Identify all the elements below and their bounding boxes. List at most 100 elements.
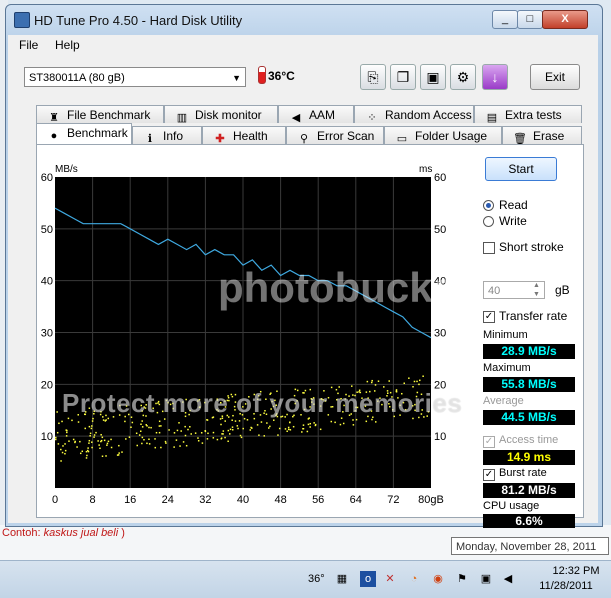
access-time-point <box>178 422 180 424</box>
tab-error-scan[interactable]: ⚲ Error Scan <box>286 126 384 145</box>
title-bar[interactable]: HD Tune Pro 4.50 - Hard Disk Utility _ □… <box>6 5 602 35</box>
minimum-value: 28.9 MB/s <box>483 344 575 359</box>
tab-aam[interactable]: ◀ AAM <box>278 105 354 124</box>
tray-update-icon[interactable]: ◔ <box>406 571 422 587</box>
flag-icon[interactable]: ⚑ <box>454 571 470 587</box>
x-tick-label: 40 <box>237 494 249 506</box>
access-time-point <box>88 425 91 428</box>
access-time-point <box>224 420 226 422</box>
access-time-point <box>76 446 78 448</box>
tray-antivirus-icon[interactable]: ◉ <box>430 571 446 587</box>
tab-extra-tests[interactable]: ▤ Extra tests <box>474 105 582 124</box>
access-time-point <box>268 427 270 429</box>
access-time-point <box>60 448 62 451</box>
access-time-point <box>197 440 200 442</box>
access-time-point <box>61 451 64 454</box>
read-radio[interactable] <box>483 200 494 211</box>
access-time-point <box>66 431 68 434</box>
tray-app-icon[interactable]: ▦ <box>334 571 350 587</box>
x-tick-label: 32 <box>199 494 211 506</box>
download-button[interactable]: ↓ <box>482 64 508 90</box>
y-tick-label: 20 <box>41 379 53 391</box>
y-tick-label-right: 10 <box>434 431 446 443</box>
access-time-point <box>263 435 266 437</box>
access-time-point <box>91 446 93 449</box>
tab-folder-usage[interactable]: ▭ Folder Usage <box>384 126 502 145</box>
tab-label: Folder Usage <box>415 129 488 143</box>
access-time-point <box>190 433 192 435</box>
menu-help[interactable]: Help <box>55 38 80 52</box>
background-page-text: Contoh: kaskus jual beli ) <box>2 527 125 539</box>
short-stroke-checkbox[interactable] <box>483 242 495 254</box>
x-tick-label: 0 <box>52 494 58 506</box>
tab-health[interactable]: ✚ Health <box>202 126 286 145</box>
network-icon[interactable]: ▣ <box>478 571 494 587</box>
tab-random-access[interactable]: ⁘ Random Access <box>354 105 474 124</box>
tab-benchmark[interactable]: ● Benchmark <box>36 123 132 144</box>
access-time-point <box>289 429 292 431</box>
access-time-point <box>422 375 424 377</box>
copy-screenshot-button[interactable]: ❐ <box>390 64 416 90</box>
access-time-point <box>90 427 93 430</box>
tray-network-icon[interactable]: o <box>360 571 376 587</box>
exit-button[interactable]: Exit <box>530 64 580 90</box>
tab-info[interactable]: ℹ Info <box>132 126 202 145</box>
access-time-point <box>85 450 88 453</box>
access-time-point <box>158 420 161 423</box>
options-button[interactable]: ⚙ <box>450 64 476 90</box>
access-time-point <box>286 430 288 433</box>
access-time-point <box>79 452 82 455</box>
tab-erase[interactable]: 🗑 Erase <box>502 126 582 145</box>
copy-text-button[interactable]: ⎘ <box>360 64 386 90</box>
access-time-point <box>302 428 305 430</box>
access-time-point <box>246 419 249 421</box>
clock-date[interactable]: 11/28/2011 <box>528 580 604 592</box>
access-time-point <box>148 443 151 445</box>
access-time-point <box>55 438 57 441</box>
save-button[interactable]: ▣ <box>420 64 446 90</box>
access-time-point <box>220 437 223 439</box>
volume-icon[interactable]: ◀ <box>500 571 516 587</box>
minimize-button[interactable]: _ <box>492 10 518 29</box>
access-time-point <box>231 429 234 431</box>
tab-disk-monitor[interactable]: ▥ Disk monitor <box>164 105 278 124</box>
access-time-point <box>334 421 336 424</box>
spinner-arrows-icon[interactable]: ▲ ▼ <box>533 281 540 299</box>
access-time-point <box>141 442 143 445</box>
y-tick-label: 50 <box>41 224 53 236</box>
cpu-usage-value: 6.6% <box>483 514 575 528</box>
access-time-point <box>103 439 106 442</box>
tray-tools-icon[interactable]: ✕ <box>382 571 398 587</box>
tab-file-benchmark[interactable]: ♜ File Benchmark <box>36 105 164 124</box>
start-button[interactable]: Start <box>485 157 557 181</box>
menu-file[interactable]: File <box>19 38 38 52</box>
close-button[interactable]: X <box>542 10 588 29</box>
write-radio[interactable] <box>483 216 494 227</box>
access-time-point <box>189 426 191 428</box>
tab-label: Benchmark <box>67 126 128 140</box>
access-time-point <box>258 434 260 436</box>
maximize-button[interactable]: □ <box>517 10 543 29</box>
access-time-point <box>100 440 102 443</box>
clock-time[interactable]: 12:32 PM <box>548 565 604 577</box>
access-time-checkbox[interactable]: ✓ <box>483 436 495 448</box>
access-time-point <box>158 431 161 434</box>
access-time-point <box>86 454 88 457</box>
access-time-point <box>204 430 207 433</box>
access-time-point <box>289 421 291 423</box>
access-time-point <box>154 446 157 449</box>
access-time-point <box>97 440 99 442</box>
burst-rate-checkbox[interactable]: ✓ <box>483 469 495 481</box>
access-time-point <box>206 419 209 421</box>
access-time-point <box>352 419 354 421</box>
y-tick-label-right: 50 <box>434 224 446 236</box>
drive-select[interactable]: ST380011A (80 gB) ▼ <box>24 67 246 87</box>
access-time-point <box>260 421 263 423</box>
access-time-point <box>237 427 239 430</box>
y-tick-label: 60 <box>41 172 53 184</box>
maximum-value: 55.8 MB/s <box>483 377 575 392</box>
access-time-point <box>91 425 93 427</box>
transfer-rate-checkbox[interactable]: ✓ <box>483 311 495 323</box>
access-time-point <box>139 430 142 432</box>
app-icon <box>14 12 30 28</box>
